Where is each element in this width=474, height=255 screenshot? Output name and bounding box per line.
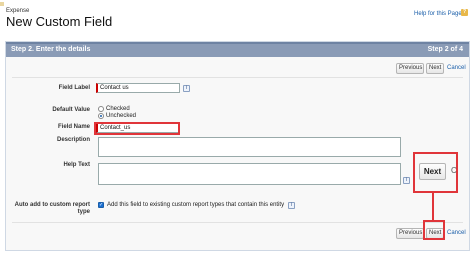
help-text-label: Help Text [63,162,90,168]
field-name-highlight [94,122,180,135]
highlight-connector [432,193,434,220]
cancel-link-bottom[interactable]: Cancel [447,230,466,236]
page-title: New Custom Field [6,14,113,29]
divider [12,77,463,78]
field-name-label: Field Name [57,124,90,130]
divider-bottom [12,222,463,223]
form-panel: Step 2. Enter the details Step 2 of 4 Pr… [5,41,470,251]
radio-unchecked[interactable]: Unchecked [98,113,136,119]
help-text-textarea[interactable] [98,163,401,185]
description-textarea[interactable] [98,137,401,157]
auto-add-checkbox-text: Add this field to existing custom report… [107,202,285,208]
checkbox-icon[interactable]: ✓ [98,202,104,208]
step-bar: Step 2. Enter the details Step 2 of 4 [6,42,469,57]
auto-add-label: Auto add to custom report type [14,202,90,215]
auto-add-info-icon[interactable]: i [288,202,295,209]
radio-checked-label: Checked [106,106,130,112]
previous-button-bottom[interactable]: Previous [396,228,424,239]
help-text-info-icon[interactable]: i [403,177,410,184]
field-label-input[interactable]: Contact us [96,83,180,93]
description-label: Description [56,137,90,143]
help-icon[interactable]: ? [461,9,468,16]
next-button-zoomed[interactable]: Next [419,163,446,180]
default-value-label: Default Value [52,107,90,113]
radio-checked[interactable]: Checked [98,106,130,112]
step-count: Step 2 of 4 [427,46,463,53]
radio-unchecked-circle[interactable] [98,113,104,119]
step-title: Step 2. Enter the details [11,46,91,53]
next-bottom-highlight [423,220,445,240]
auto-add-checkbox-row[interactable]: ✓ Add this field to existing custom repo… [98,202,284,208]
next-button-top[interactable]: Next [426,63,444,74]
app-icon [0,2,4,6]
radio-checked-circle[interactable] [98,106,104,112]
field-label-label: Field Label [58,85,90,91]
cancel-partial-text: C [451,166,457,175]
page-header: Expense New Custom Field Help for this P… [0,0,474,42]
cancel-link-top[interactable]: Cancel [447,65,466,71]
radio-unchecked-label: Unchecked [106,113,137,119]
info-icon[interactable]: i [183,85,190,92]
help-link[interactable]: Help for this Page [414,11,462,17]
previous-button-top[interactable]: Previous [396,63,424,74]
